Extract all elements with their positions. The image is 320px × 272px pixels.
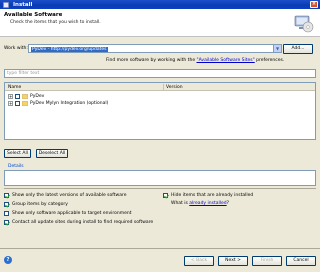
table-row[interactable]: + PyDev	[5, 93, 315, 100]
group-by-category-option[interactable]: Group items by category	[4, 201, 132, 208]
column-version[interactable]: Version	[166, 85, 183, 90]
contact-sites-option[interactable]: Contact all update sites during install …	[4, 219, 204, 226]
work-with-row: Work with: PyDev - http://pydev.org/upda…	[4, 44, 316, 54]
contact-sites-checkbox[interactable]	[4, 220, 9, 225]
add-site-button[interactable]: Add...	[283, 44, 313, 54]
show-latest-label[interactable]: Show only the latest versions of availab…	[12, 193, 127, 198]
wizard-banner: Available Software Check the items that …	[0, 9, 320, 37]
expand-icon[interactable]: +	[8, 94, 13, 99]
what-is-prefix: What is	[171, 201, 190, 206]
cancel-button[interactable]: Cancel	[286, 256, 316, 266]
work-with-combo[interactable]: PyDev - http://pydev.org/updates ▼	[28, 44, 282, 53]
sash-divider[interactable]	[4, 188, 316, 189]
row-checkbox[interactable]	[15, 94, 20, 99]
show-applicable-label[interactable]: Show only software applicable to target …	[12, 211, 132, 216]
show-latest-option[interactable]: Show only the latest versions of availab…	[4, 192, 132, 199]
hide-installed-option[interactable]: Hide items that are already installed	[163, 192, 313, 199]
find-more-text: Find more software by working with the "…	[106, 58, 284, 63]
group-by-category-label[interactable]: Group items by category	[12, 202, 68, 207]
available-sites-link[interactable]: "Available Software Sites"	[197, 58, 255, 63]
work-with-value[interactable]: PyDev - http://pydev.org/updates	[31, 46, 108, 52]
deselect-all-button[interactable]: Deselect All	[36, 149, 68, 158]
table-header: Name Version	[5, 83, 315, 91]
show-latest-checkbox[interactable]	[4, 193, 9, 198]
group-by-category-checkbox[interactable]	[4, 202, 9, 207]
expand-icon[interactable]: +	[8, 101, 13, 106]
hide-installed-checkbox[interactable]	[163, 193, 168, 198]
title-bar: Install ×	[0, 0, 320, 9]
column-divider[interactable]	[163, 84, 164, 90]
page-title: Available Software	[4, 12, 63, 18]
window-title: Install	[13, 1, 33, 8]
software-table: Name Version + PyDev + PyDev Mylyn Integ…	[4, 82, 316, 140]
help-icon[interactable]: ?	[4, 256, 12, 264]
footer-divider	[0, 248, 320, 249]
filter-input[interactable]: type filter text	[4, 69, 316, 78]
table-row[interactable]: + PyDev Mylyn Integration (optional)	[5, 100, 315, 107]
column-name[interactable]: Name	[8, 85, 21, 90]
select-all-button[interactable]: Select All	[4, 149, 31, 158]
finish-button[interactable]: Finish	[252, 256, 282, 266]
row-label: PyDev Mylyn Integration (optional)	[30, 101, 109, 106]
already-installed-link[interactable]: already installed	[189, 201, 226, 206]
chevron-down-icon[interactable]: ▼	[273, 45, 281, 52]
row-checkbox[interactable]	[15, 101, 20, 106]
find-more-prefix: Find more software by working with the	[106, 58, 197, 63]
page-description: Check the items that you wish to install…	[10, 20, 101, 25]
work-with-label: Work with:	[4, 46, 28, 51]
back-button[interactable]: < Back	[184, 256, 214, 266]
what-is-installed-text: What is already installed?	[171, 201, 229, 206]
details-label: Details	[8, 164, 24, 169]
details-box	[4, 170, 316, 186]
hide-installed-label[interactable]: Hide items that are already installed	[171, 193, 253, 198]
install-wizard-icon	[294, 15, 314, 33]
show-applicable-checkbox[interactable]	[4, 211, 9, 216]
row-label: PyDev	[30, 94, 45, 99]
category-icon	[22, 101, 28, 106]
install-window: Install × Available Software Check the i…	[0, 0, 320, 272]
find-more-suffix: preferences.	[254, 58, 285, 63]
contact-sites-label[interactable]: Contact all update sites during install …	[12, 220, 153, 225]
category-icon	[22, 94, 28, 99]
app-icon	[3, 1, 9, 8]
close-icon[interactable]: ×	[310, 1, 318, 8]
next-button[interactable]: Next >	[218, 256, 248, 266]
show-applicable-option[interactable]: Show only software applicable to target …	[4, 210, 164, 217]
what-is-suffix: ?	[226, 201, 230, 206]
